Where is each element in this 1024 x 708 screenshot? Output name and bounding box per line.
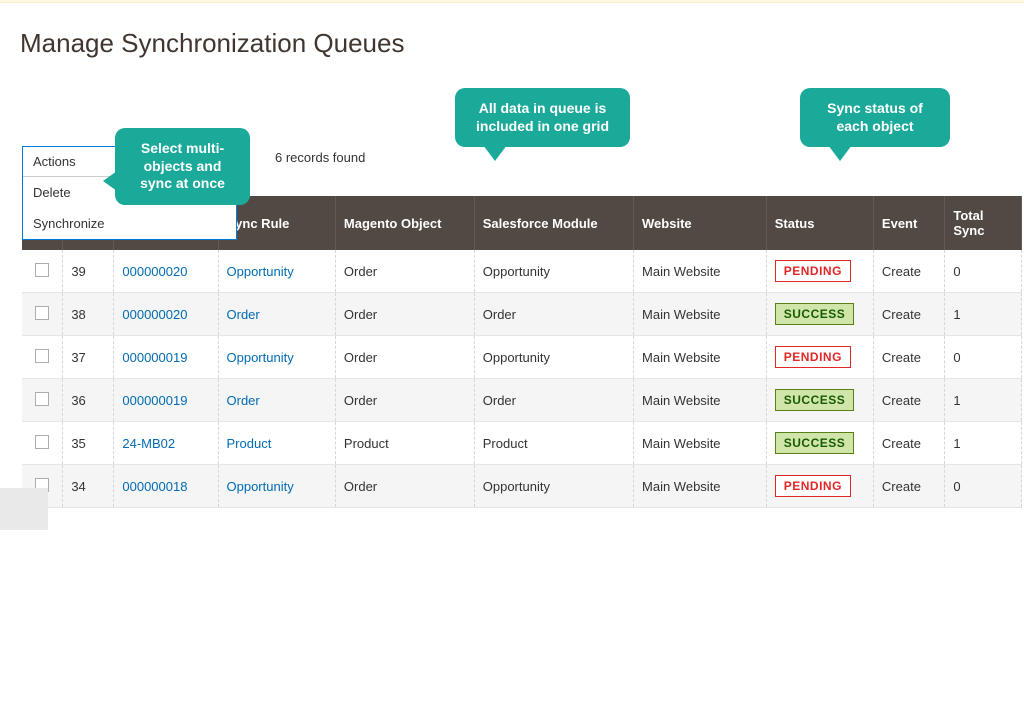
cell-magento-object: Order: [335, 293, 474, 336]
callout-grid-info: All data in queue is included in one gri…: [455, 88, 630, 147]
cell-salesforce-module: Order: [474, 379, 633, 422]
status-badge: PENDING: [775, 346, 851, 368]
cell-object-id[interactable]: 000000018: [122, 479, 187, 494]
cell-id: 34: [63, 465, 114, 508]
table-row: 34000000018OpportunityOrderOpportunityMa…: [22, 465, 1022, 508]
cell-salesforce-module: Opportunity: [474, 250, 633, 293]
cell-id: 36: [63, 379, 114, 422]
footer-block: [0, 488, 48, 530]
row-checkbox[interactable]: [35, 349, 49, 363]
notice-bar: [0, 0, 1024, 3]
row-checkbox[interactable]: [35, 392, 49, 406]
cell-magento-object: Order: [335, 465, 474, 508]
cell-id: 35: [63, 422, 114, 465]
cell-total-sync: 1: [945, 293, 1022, 336]
callout-multi-sync: Select multi-objects and sync at once: [115, 128, 250, 205]
header-magento-object[interactable]: Magento Object: [335, 196, 474, 250]
cell-event: Create: [873, 336, 944, 379]
row-checkbox[interactable]: [35, 435, 49, 449]
cell-event: Create: [873, 293, 944, 336]
cell-salesforce-module: Order: [474, 293, 633, 336]
cell-object-id[interactable]: 000000020: [122, 264, 187, 279]
cell-magento-object: Product: [335, 422, 474, 465]
records-found-label: 6 records found: [275, 150, 365, 165]
table-row: 39000000020OpportunityOrderOpportunityMa…: [22, 250, 1022, 293]
cell-total-sync: 0: [945, 465, 1022, 508]
cell-id: 37: [63, 336, 114, 379]
callout-status-info: Sync status of each object: [800, 88, 950, 147]
cell-sync-rule[interactable]: Order: [227, 307, 260, 322]
table-row: 37000000019OpportunityOrderOpportunityMa…: [22, 336, 1022, 379]
table-row: 3524-MB02ProductProductProductMain Websi…: [22, 422, 1022, 465]
cell-total-sync: 1: [945, 422, 1022, 465]
header-status[interactable]: Status: [766, 196, 873, 250]
cell-sync-rule[interactable]: Opportunity: [227, 479, 294, 494]
actions-item-synchronize[interactable]: Synchronize: [23, 208, 236, 239]
cell-magento-object: Order: [335, 336, 474, 379]
row-checkbox[interactable]: [35, 306, 49, 320]
sync-queue-grid: ID Object ID Sync Rule Magento Object Sa…: [22, 196, 1024, 508]
cell-id: 39: [63, 250, 114, 293]
status-badge: SUCCESS: [775, 389, 855, 411]
cell-object-id[interactable]: 000000019: [122, 393, 187, 408]
header-salesforce-module[interactable]: Salesforce Module: [474, 196, 633, 250]
cell-sync-rule[interactable]: Product: [227, 436, 272, 451]
status-badge: SUCCESS: [775, 432, 855, 454]
page-title: Manage Synchronization Queues: [20, 28, 404, 59]
row-checkbox[interactable]: [35, 263, 49, 277]
cell-total-sync: 0: [945, 250, 1022, 293]
cell-total-sync: 1: [945, 379, 1022, 422]
table-row: 36000000019OrderOrderOrderMain WebsiteSU…: [22, 379, 1022, 422]
cell-website: Main Website: [634, 422, 767, 465]
header-event[interactable]: Event: [873, 196, 944, 250]
cell-sync-rule[interactable]: Opportunity: [227, 264, 294, 279]
cell-total-sync: 0: [945, 336, 1022, 379]
cell-website: Main Website: [634, 250, 767, 293]
status-badge: PENDING: [775, 260, 851, 282]
status-badge: SUCCESS: [775, 303, 855, 325]
cell-event: Create: [873, 250, 944, 293]
cell-magento-object: Order: [335, 379, 474, 422]
cell-id: 38: [63, 293, 114, 336]
cell-object-id[interactable]: 000000020: [122, 307, 187, 322]
status-badge: PENDING: [775, 475, 851, 497]
cell-sync-rule[interactable]: Order: [227, 393, 260, 408]
header-total-sync[interactable]: Total Sync: [945, 196, 1022, 250]
cell-event: Create: [873, 379, 944, 422]
cell-website: Main Website: [634, 465, 767, 508]
cell-salesforce-module: Opportunity: [474, 336, 633, 379]
cell-website: Main Website: [634, 336, 767, 379]
cell-magento-object: Order: [335, 250, 474, 293]
table-row: 38000000020OrderOrderOrderMain WebsiteSU…: [22, 293, 1022, 336]
cell-event: Create: [873, 422, 944, 465]
cell-object-id[interactable]: 000000019: [122, 350, 187, 365]
cell-sync-rule[interactable]: Opportunity: [227, 350, 294, 365]
cell-object-id[interactable]: 24-MB02: [122, 436, 175, 451]
cell-event: Create: [873, 465, 944, 508]
cell-salesforce-module: Product: [474, 422, 633, 465]
cell-salesforce-module: Opportunity: [474, 465, 633, 508]
cell-website: Main Website: [634, 293, 767, 336]
header-website[interactable]: Website: [634, 196, 767, 250]
cell-website: Main Website: [634, 379, 767, 422]
